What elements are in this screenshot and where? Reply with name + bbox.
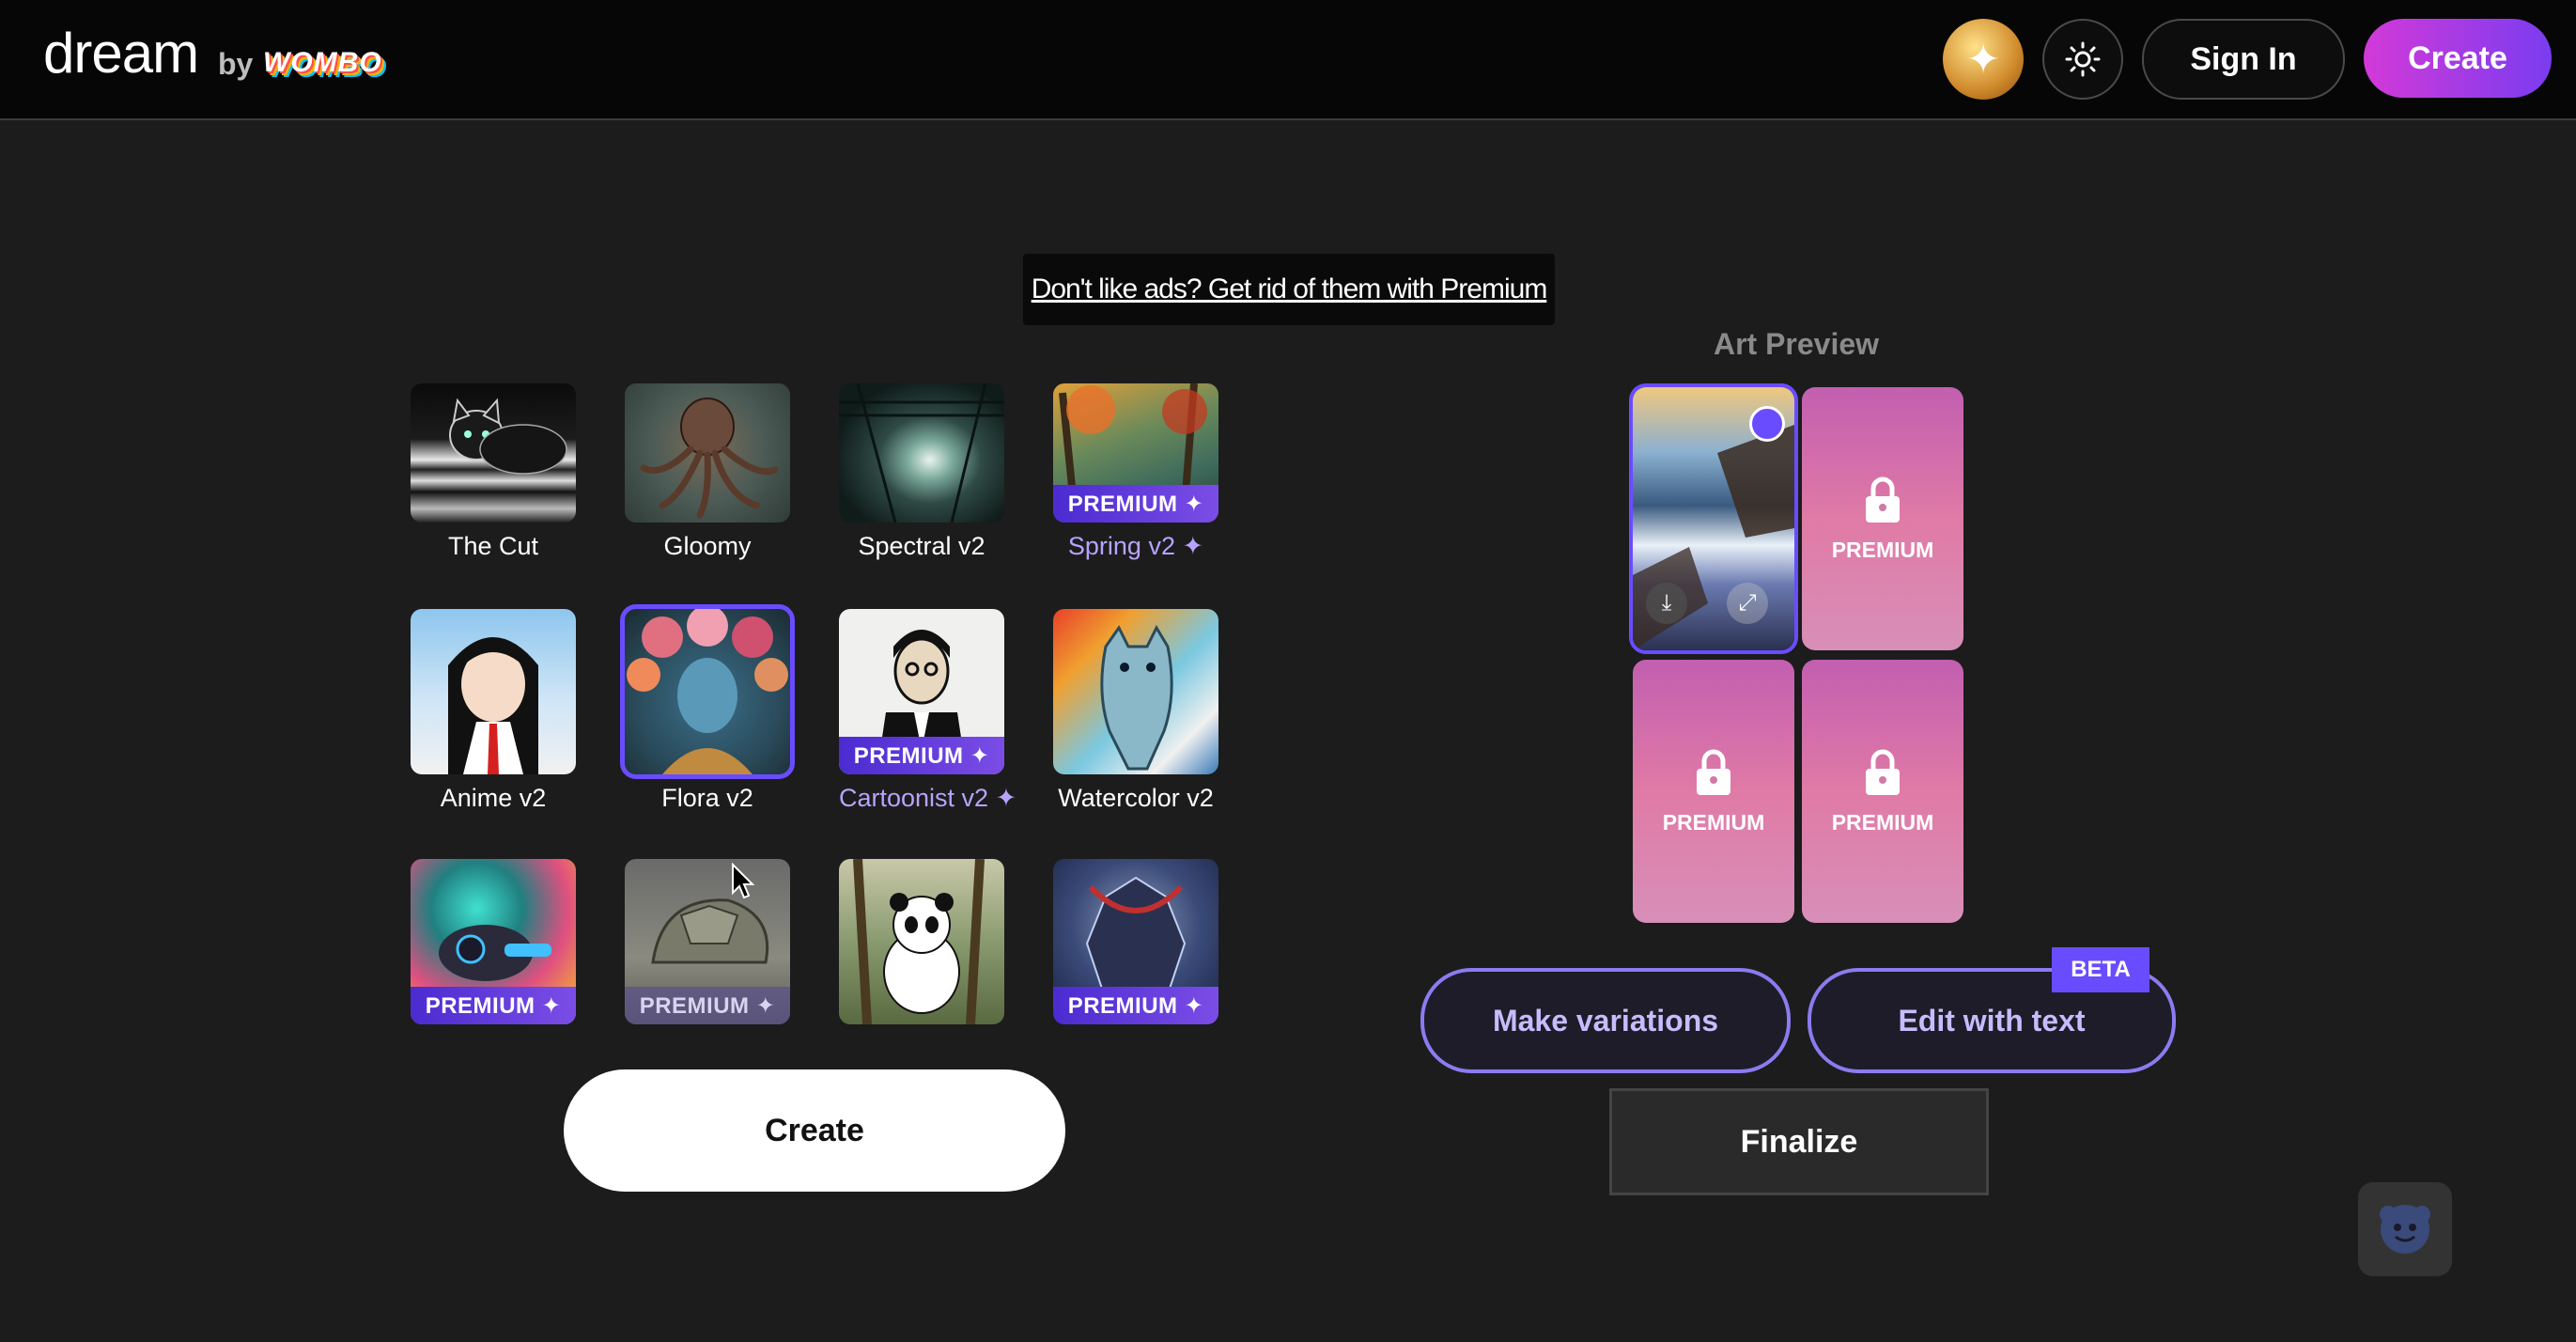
premium-label: PREMIUM [1662, 809, 1765, 835]
art-preview-image[interactable]: ⤓ ⤢ [1629, 383, 1798, 654]
premium-ribbon: PREMIUM ✦ [1053, 485, 1218, 523]
style-tile-cartoonist-v2[interactable]: PREMIUM ✦ Cartoonist v2 ✦ [839, 609, 1017, 813]
style-thumbnail [620, 604, 795, 779]
beta-badge: BETA [2052, 947, 2149, 992]
style-tile-spring-v2[interactable]: PREMIUM ✦ Spring v2 ✦ [1053, 383, 1218, 561]
style-thumbnail: PREMIUM ✦ [411, 859, 576, 1024]
make-variations-button[interactable]: Make variations [1420, 968, 1791, 1073]
style-thumbnail [1053, 609, 1218, 774]
art-preview-title: Art Preview [1713, 327, 1880, 361]
style-thumbnail [839, 383, 1004, 523]
locked-art-slot[interactable]: PREMIUM [1802, 660, 1963, 923]
style-tile-flora-v2[interactable]: Flora v2 [620, 604, 795, 813]
premium-label: PREMIUM [1831, 809, 1934, 835]
locked-art-slot[interactable]: PREMIUM [1802, 387, 1963, 650]
style-label: Cartoonist v2 ✦ [839, 784, 1017, 812]
logo-by-text: by [218, 47, 254, 81]
chat-bot-icon [2380, 1205, 2430, 1254]
style-tile-anime-v2[interactable]: Anime v2 [411, 609, 576, 813]
expand-icon[interactable]: ⤢ [1727, 583, 1768, 624]
lock-icon [1866, 749, 1900, 795]
style-label: Spectral v2 [858, 532, 985, 560]
lock-icon [1866, 476, 1900, 523]
style-thumbnail: PREMIUM ✦ [625, 859, 790, 1024]
lock-icon [1697, 749, 1730, 795]
download-icon[interactable]: ⤓ [1646, 583, 1687, 624]
sun-icon [2065, 41, 2101, 77]
select-radio[interactable] [1749, 406, 1785, 442]
finalize-button[interactable]: Finalize [1609, 1088, 1989, 1195]
premium-ribbon: PREMIUM ✦ [1053, 987, 1218, 1024]
top-navbar: dream by WOMBO ✦ Sign In Create [0, 0, 2576, 120]
style-thumbnail [625, 383, 790, 523]
style-label: Spring v2 ✦ [1067, 532, 1204, 560]
premium-ribbon: PREMIUM ✦ [411, 987, 576, 1024]
style-tile-spectral-v2[interactable]: Spectral v2 [839, 383, 1004, 561]
style-tile-premium-robot[interactable]: PREMIUM ✦ [411, 859, 576, 1024]
style-label: Flora v2 [661, 784, 753, 812]
style-thumbnail [839, 859, 1004, 1024]
style-tile-premium-dark-fantasy[interactable]: PREMIUM ✦ [1053, 859, 1218, 1024]
premium-label: PREMIUM [1831, 537, 1934, 562]
style-tile-panda[interactable] [839, 859, 1004, 1024]
style-thumbnail [411, 383, 576, 523]
style-thumbnail [411, 609, 576, 774]
style-thumbnail: PREMIUM ✦ [1053, 383, 1218, 523]
sign-in-button[interactable]: Sign In [2142, 19, 2345, 100]
premium-ribbon: PREMIUM ✦ [839, 737, 1004, 774]
header-create-button[interactable]: Create [2364, 19, 2552, 98]
locked-art-slot[interactable]: PREMIUM [1633, 660, 1794, 923]
mouse-cursor-icon [732, 863, 755, 899]
premium-ribbon: PREMIUM ✦ [625, 987, 790, 1024]
style-label: The Cut [447, 532, 539, 560]
wombo-logo[interactable]: WOMBO [263, 47, 382, 79]
style-tile-premium-turtle[interactable]: PREMIUM ✦ [625, 859, 790, 1024]
theme-toggle-button[interactable] [2042, 19, 2123, 100]
style-tile-gloomy[interactable]: Gloomy [625, 383, 790, 561]
sparkle-icon: ✦ [1965, 36, 2001, 83]
help-chat-button[interactable] [2358, 1182, 2452, 1276]
create-art-button[interactable]: Create [564, 1069, 1065, 1192]
style-label: Anime v2 [440, 784, 547, 812]
style-label: Gloomy [663, 532, 752, 560]
style-tile-the-cut[interactable]: The Cut [411, 383, 576, 561]
style-tile-watercolor-v2[interactable]: Watercolor v2 [1053, 609, 1218, 813]
style-thumbnail: PREMIUM ✦ [839, 609, 1004, 774]
style-label: Watercolor v2 [1058, 784, 1214, 812]
dream-logo[interactable]: dream [43, 21, 199, 86]
remove-ads-link[interactable]: Don't like ads? Get rid of them with Pre… [1023, 254, 1555, 325]
premium-sparkle-button[interactable]: ✦ [1943, 19, 2024, 100]
style-thumbnail: PREMIUM ✦ [1053, 859, 1218, 1024]
